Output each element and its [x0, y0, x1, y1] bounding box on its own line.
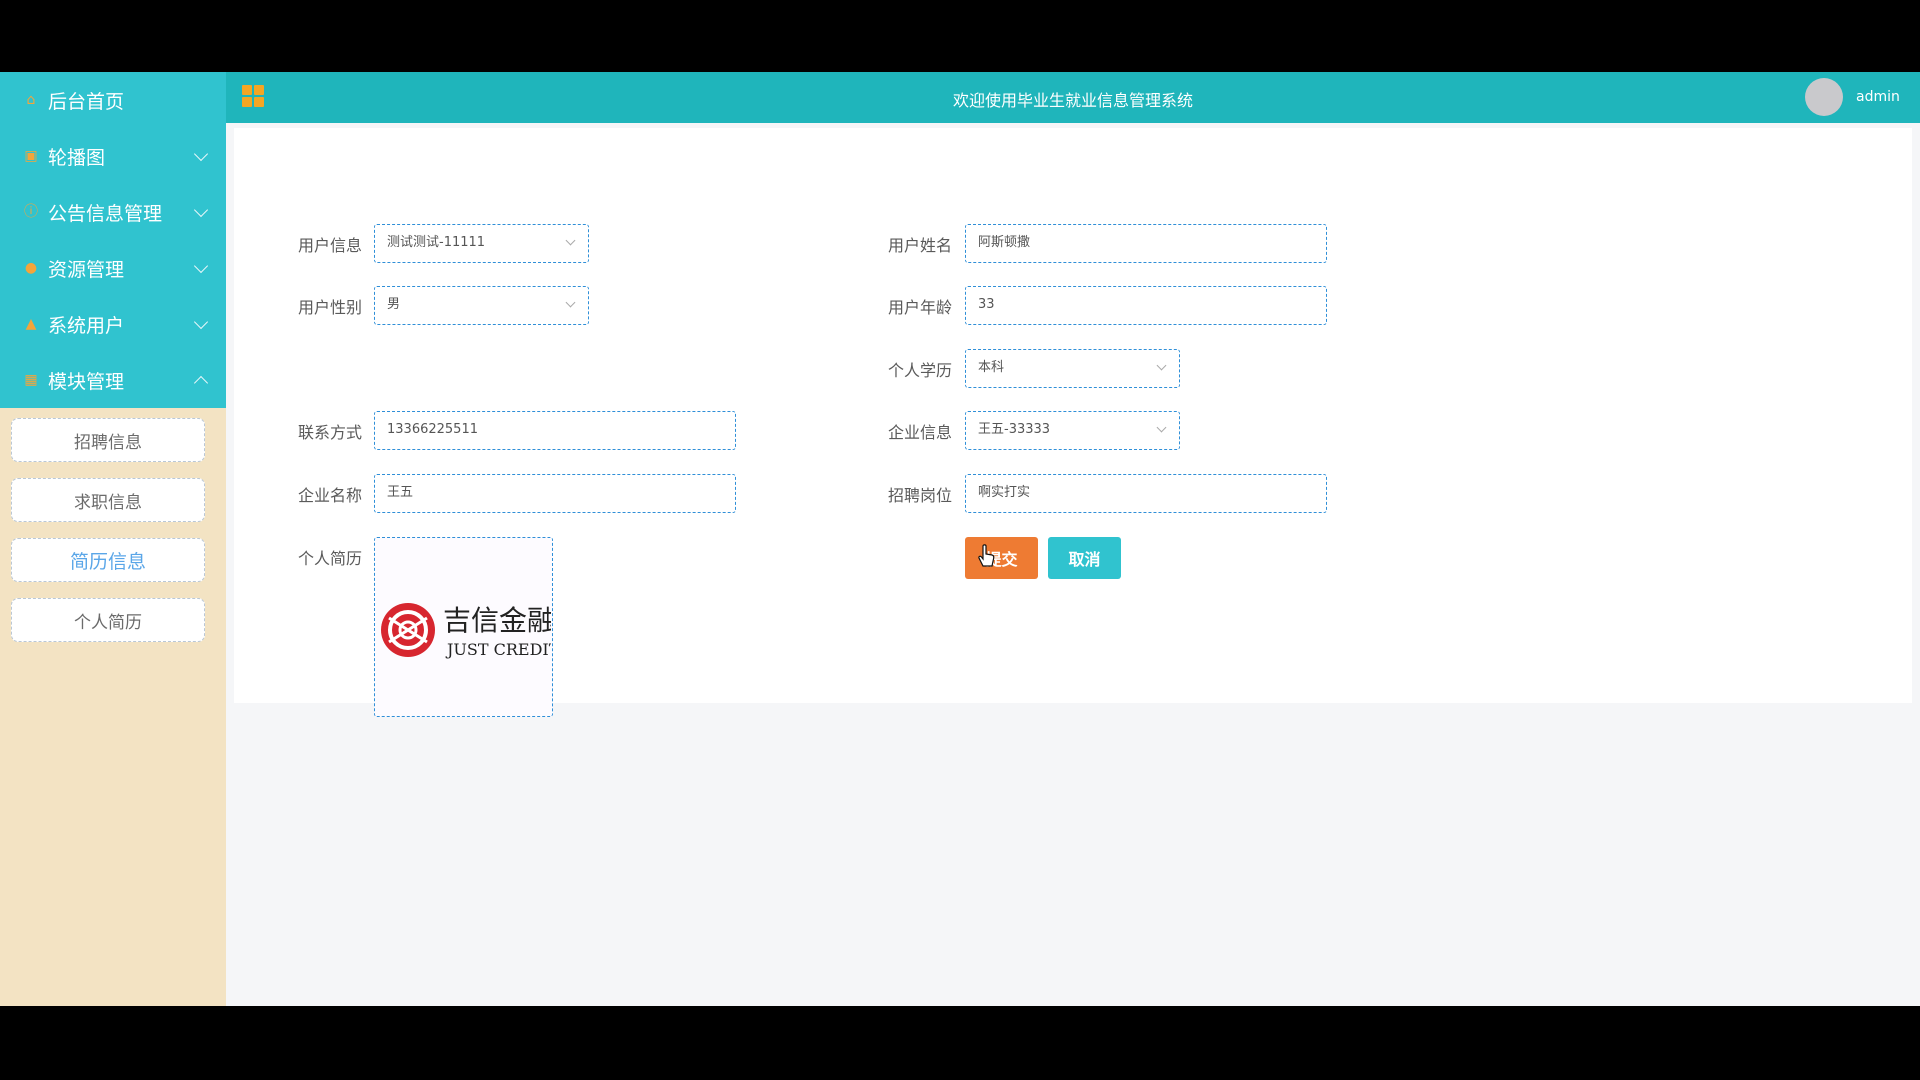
sidebar-item-label: 模块管理: [48, 370, 125, 393]
chevron-up-icon: [193, 375, 209, 391]
user-info-label: 用户信息: [297, 236, 362, 255]
bottom-bar: [0, 1006, 1920, 1080]
image-icon: ▣: [24, 148, 38, 164]
cancel-button[interactable]: 取消: [1048, 537, 1121, 579]
submenu-job-seeking-info[interactable]: 求职信息: [11, 478, 205, 522]
user-name-input[interactable]: 阿斯顿撒: [965, 224, 1327, 263]
company-info-value: 王五-33333: [978, 422, 1051, 437]
chevron-down-icon: [193, 202, 209, 218]
sidebar-item-label: 后台首页: [48, 90, 125, 113]
education-select[interactable]: 本科: [965, 349, 1180, 388]
brand-en-text: JUST CREDIT: [445, 640, 551, 659]
top-header: 欢迎使用毕业生就业信息管理系统 admin: [226, 72, 1920, 123]
resume-form: 用户信息 测试测试-11111 用户姓名 阿斯顿撒 用户性别 男 用户年龄 33…: [234, 128, 1912, 717]
sidebar-item-label: 资源管理: [48, 258, 125, 281]
username[interactable]: admin: [1856, 89, 1900, 105]
sidebar-item-home[interactable]: ⌂ 后台首页: [0, 72, 226, 128]
app-window: ⌂ 后台首页 ▣ 轮播图 ⓘ 公告信息管理 ● 资源管理 ▲ 系统用户 ▦ 模块…: [0, 72, 1920, 1006]
user-age-label: 用户年龄: [887, 298, 952, 317]
module-submenu: 招聘信息 求职信息 简历信息 个人简历: [0, 408, 226, 642]
company-name-label: 企业名称: [297, 486, 362, 505]
chevron-down-icon: [565, 235, 576, 246]
chevron-down-icon: [1156, 360, 1167, 371]
user-age-input[interactable]: 33: [965, 286, 1327, 325]
sidebar-item-label: 系统用户: [48, 314, 125, 337]
resume-image: 吉信金融 JUST CREDIT: [381, 603, 552, 659]
submenu-personal-resume[interactable]: 个人简历: [11, 598, 205, 642]
company-name-value: 王五: [387, 485, 414, 500]
resume-label: 个人简历: [297, 549, 362, 568]
submit-button[interactable]: 提交: [965, 537, 1038, 579]
sidebar: ⌂ 后台首页 ▣ 轮播图 ⓘ 公告信息管理 ● 资源管理 ▲ 系统用户 ▦ 模块…: [0, 72, 226, 1006]
chevron-down-icon: [193, 258, 209, 274]
user-icon: ▲: [25, 316, 37, 332]
contact-value: 13366225511: [387, 422, 478, 437]
avatar[interactable]: [1805, 78, 1843, 116]
user-info-select[interactable]: 测试测试-11111: [374, 224, 589, 263]
job-post-label: 招聘岗位: [887, 486, 952, 505]
company-name-input[interactable]: 王五: [374, 474, 736, 513]
grid-icon: ▦: [24, 372, 38, 388]
sidebar-item-label: 公告信息管理: [48, 202, 163, 225]
submenu-resume-info[interactable]: 简历信息: [11, 538, 205, 582]
sidebar-item-resources[interactable]: ● 资源管理: [0, 240, 226, 296]
home-icon: ⌂: [26, 92, 36, 108]
education-value: 本科: [978, 360, 1005, 375]
contact-input[interactable]: 13366225511: [374, 411, 736, 450]
job-post-value: 啊实打实: [978, 485, 1031, 500]
sidebar-item-modules[interactable]: ▦ 模块管理: [0, 352, 226, 408]
resume-upload[interactable]: 吉信金融 JUST CREDIT: [374, 537, 553, 717]
company-info-label: 企业信息: [887, 423, 952, 442]
submenu-recruitment-info[interactable]: 招聘信息: [11, 418, 205, 462]
brand-cn-text: 吉信金融: [443, 604, 551, 637]
user-info-value: 测试测试-11111: [387, 235, 486, 250]
user-gender-value: 男: [387, 297, 401, 312]
user-age-value: 33: [978, 297, 995, 312]
sidebar-item-system-users[interactable]: ▲ 系统用户: [0, 296, 226, 352]
page-title: 欢迎使用毕业生就业信息管理系统: [952, 91, 1193, 110]
contact-label: 联系方式: [297, 423, 362, 442]
chevron-down-icon: [193, 314, 209, 330]
education-label: 个人学历: [887, 361, 952, 380]
user-name-value: 阿斯顿撒: [978, 235, 1031, 250]
sidebar-menu: ⌂ 后台首页 ▣ 轮播图 ⓘ 公告信息管理 ● 资源管理 ▲ 系统用户 ▦ 模块…: [0, 72, 226, 408]
job-post-input[interactable]: 啊实打实: [965, 474, 1327, 513]
company-info-select[interactable]: 王五-33333: [965, 411, 1180, 450]
info-icon: ⓘ: [24, 204, 38, 220]
user-name-label: 用户姓名: [887, 236, 952, 255]
sidebar-item-carousel[interactable]: ▣ 轮播图: [0, 128, 226, 184]
brand-logo-icon: [381, 603, 435, 657]
user-gender-label: 用户性别: [297, 298, 362, 317]
chevron-down-icon: [1156, 422, 1167, 433]
chevron-down-icon: [565, 297, 576, 308]
sidebar-item-label: 轮播图: [48, 146, 106, 169]
hand-cursor-icon: [978, 544, 995, 567]
sidebar-item-announcements[interactable]: ⓘ 公告信息管理: [0, 184, 226, 240]
chevron-down-icon: [193, 146, 209, 162]
location-icon: ●: [24, 260, 38, 276]
user-gender-select[interactable]: 男: [374, 286, 589, 325]
